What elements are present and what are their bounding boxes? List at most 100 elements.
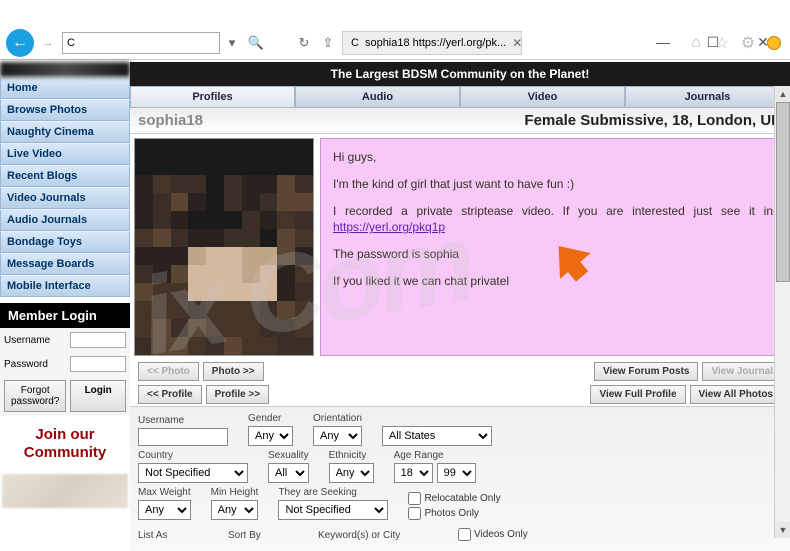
nav-bondage-toys[interactable]: Bondage Toys bbox=[0, 231, 130, 253]
forgot-password-button[interactable]: Forgot password? bbox=[4, 380, 66, 412]
scroll-down-icon[interactable]: ▼ bbox=[775, 522, 790, 538]
tab-audio[interactable]: Audio bbox=[295, 86, 460, 108]
minheight-select[interactable]: Any bbox=[211, 500, 259, 520]
age-low-select[interactable]: 18 bbox=[394, 463, 433, 483]
bio-box: Hi guys, I'm the kind of girl that just … bbox=[320, 138, 786, 356]
share-icon[interactable]: ⇪ bbox=[318, 33, 338, 53]
nav-home[interactable]: Home bbox=[0, 77, 130, 99]
minimize-button[interactable]: — bbox=[648, 32, 678, 52]
dropdown-icon[interactable]: ▾ bbox=[222, 33, 242, 53]
nav-message-boards[interactable]: Message Boards bbox=[0, 253, 130, 275]
bio-p2: I'm the kind of girl that just want to h… bbox=[333, 176, 773, 193]
nav-naughty-cinema[interactable]: Naughty Cinema bbox=[0, 121, 130, 143]
address-prefix: C bbox=[67, 37, 75, 49]
sexuality-label: Sexuality bbox=[268, 450, 309, 461]
prev-photo-button[interactable]: << Photo bbox=[138, 362, 199, 381]
relocatable-label: Relocatable Only bbox=[424, 493, 500, 504]
address-bar[interactable]: C bbox=[62, 32, 220, 54]
videos-checkbox[interactable] bbox=[458, 528, 471, 541]
gender-select[interactable]: Any bbox=[248, 426, 293, 446]
bio-p3-text: I recorded a private striptease video. I… bbox=[333, 204, 773, 218]
maximize-button[interactable]: ☐ bbox=[698, 32, 728, 52]
password-input[interactable] bbox=[70, 356, 126, 372]
orientation-select[interactable]: Any bbox=[313, 426, 362, 446]
password-label: Password bbox=[4, 359, 48, 370]
tab-video[interactable]: Video bbox=[460, 86, 625, 108]
nav-live-video[interactable]: Live Video bbox=[0, 143, 130, 165]
bio-p3: I recorded a private striptease video. I… bbox=[333, 203, 773, 237]
annotation-arrow bbox=[547, 237, 597, 281]
nav-mobile-interface[interactable]: Mobile Interface bbox=[0, 275, 130, 297]
join-line2: Community bbox=[4, 444, 126, 462]
profile-name: sophia18 bbox=[138, 112, 203, 129]
nav-audio-journals[interactable]: Audio Journals bbox=[0, 209, 130, 231]
prev-profile-button[interactable]: << Profile bbox=[138, 385, 202, 404]
country-select[interactable]: Not Specified bbox=[138, 463, 248, 483]
gender-label: Gender bbox=[248, 413, 293, 424]
view-journal-button[interactable]: View Journal bbox=[702, 362, 782, 381]
search-icon[interactable]: 🔍 bbox=[246, 33, 266, 53]
site-banner: The Largest BDSM Community on the Planet… bbox=[130, 62, 790, 86]
maxweight-select[interactable]: Any bbox=[138, 500, 191, 520]
view-full-profile-button[interactable]: View Full Profile bbox=[590, 385, 685, 404]
photos-checkbox[interactable] bbox=[408, 507, 421, 520]
member-login-header: Member Login bbox=[0, 303, 130, 328]
close-tab-icon[interactable]: ✕ bbox=[512, 36, 522, 50]
join-line1: Join our bbox=[4, 426, 126, 444]
promo-image[interactable] bbox=[2, 474, 128, 508]
age-label: Age Range bbox=[394, 450, 476, 461]
listas-label: List As bbox=[138, 530, 208, 541]
photos-label: Photos Only bbox=[424, 508, 478, 519]
scam-link[interactable]: https://yerl.org/pkq1p bbox=[333, 220, 445, 234]
site-logo[interactable] bbox=[0, 62, 130, 77]
maxweight-label: Max Weight bbox=[138, 487, 191, 498]
tab-title: sophia18 https://yerl.org/pk... bbox=[365, 37, 506, 49]
tab-favicon: C bbox=[351, 37, 359, 49]
relocatable-checkbox[interactable] bbox=[408, 492, 421, 505]
state-select[interactable]: All States bbox=[382, 426, 492, 446]
close-button[interactable]: ✕ bbox=[748, 32, 778, 52]
sexuality-select[interactable]: All bbox=[268, 463, 309, 483]
scroll-thumb[interactable] bbox=[776, 102, 790, 282]
refresh-icon[interactable]: ↻ bbox=[294, 33, 314, 53]
seeking-select[interactable]: Not Specified bbox=[278, 500, 388, 520]
scroll-up-icon[interactable]: ▲ bbox=[775, 86, 790, 102]
nav-recent-blogs[interactable]: Recent Blogs bbox=[0, 165, 130, 187]
nav-video-journals[interactable]: Video Journals bbox=[0, 187, 130, 209]
orientation-label: Orientation bbox=[313, 413, 362, 424]
videos-label: Videos Only bbox=[474, 529, 528, 540]
username-search-input[interactable] bbox=[138, 428, 228, 446]
bio-p1: Hi guys, bbox=[333, 149, 773, 166]
main-content: The Largest BDSM Community on the Planet… bbox=[130, 62, 790, 510]
profile-headline: Female Submissive, 18, London, UK bbox=[524, 112, 782, 129]
state-label bbox=[382, 413, 492, 424]
sidebar: Home Browse Photos Naughty Cinema Live V… bbox=[0, 62, 130, 510]
username-label: Username bbox=[4, 335, 50, 346]
seeking-label: They are Seeking bbox=[278, 487, 388, 498]
country-label: Country bbox=[138, 450, 248, 461]
back-button[interactable]: ← bbox=[6, 29, 34, 57]
browser-tab[interactable]: C sophia18 https://yerl.org/pk... ✕ bbox=[342, 31, 522, 55]
view-forum-posts-button[interactable]: View Forum Posts bbox=[594, 362, 699, 381]
scrollbar[interactable]: ▲ ▼ bbox=[774, 86, 790, 538]
keyword-label: Keyword(s) or City bbox=[318, 530, 438, 541]
ethnicity-select[interactable]: Any bbox=[329, 463, 374, 483]
gap bbox=[270, 33, 290, 53]
username-input[interactable] bbox=[70, 332, 126, 348]
age-high-select[interactable]: 99 bbox=[437, 463, 476, 483]
tab-profiles[interactable]: Profiles bbox=[130, 86, 295, 108]
tab-journals[interactable]: Journals bbox=[625, 86, 790, 108]
view-all-photos-button[interactable]: View All Photos bbox=[690, 385, 782, 404]
login-button[interactable]: Login bbox=[70, 380, 126, 412]
minheight-label: Min Height bbox=[211, 487, 259, 498]
next-photo-button[interactable]: Photo >> bbox=[203, 362, 264, 381]
join-community[interactable]: Join our Community bbox=[0, 416, 130, 472]
nav-browse-photos[interactable]: Browse Photos bbox=[0, 99, 130, 121]
username-search-label: Username bbox=[138, 415, 228, 426]
next-profile-button[interactable]: Profile >> bbox=[206, 385, 270, 404]
profile-photo[interactable] bbox=[134, 138, 314, 356]
forward-button[interactable]: → bbox=[38, 33, 58, 53]
sortby-label: Sort By bbox=[228, 530, 298, 541]
ethnicity-label: Ethnicity bbox=[329, 450, 374, 461]
search-area: Username Gender Any Orientation Any All St… bbox=[130, 406, 790, 551]
